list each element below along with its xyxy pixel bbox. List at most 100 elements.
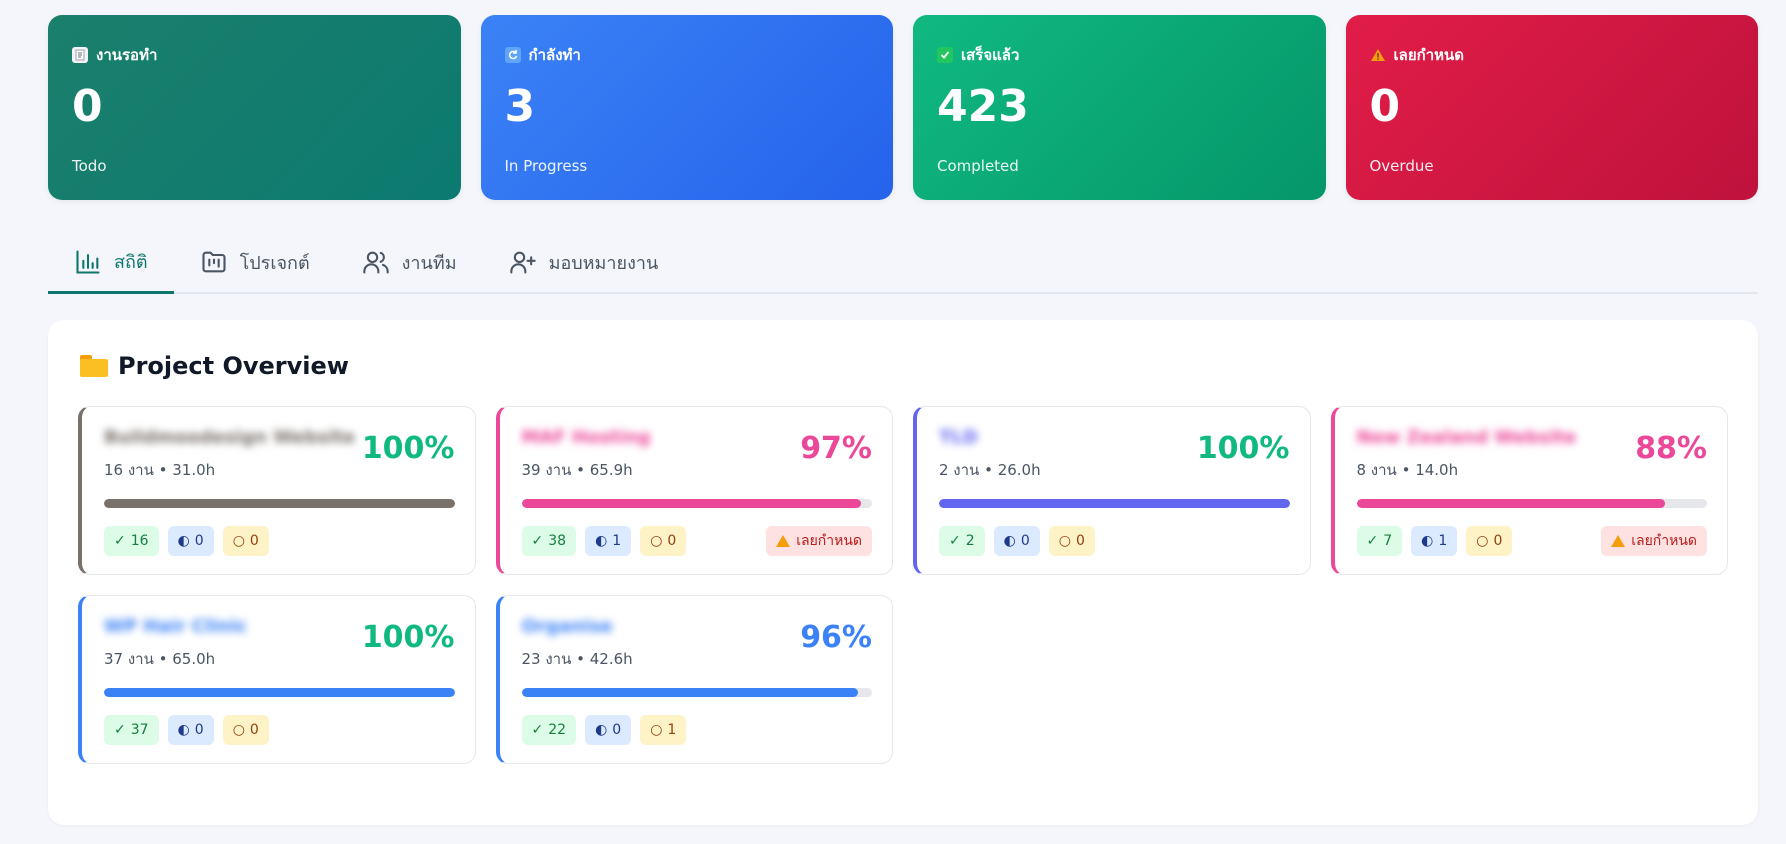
half-circle-icon: ◐	[595, 722, 608, 738]
progress-fill	[521, 499, 862, 508]
todo-count-chip: ○ 0	[222, 526, 269, 556]
project-card[interactable]: Buildmoodesign Website 16 งาน • 31.0h 10…	[78, 406, 476, 575]
half-circle-icon: ◐	[1421, 533, 1434, 549]
stat-title-row: เลยกำหนด	[1370, 43, 1735, 67]
project-card[interactable]: Organise 23 งาน • 42.6h 96% ✓ 22 ◐ 0 ○ 1	[495, 595, 893, 764]
half-circle-icon: ◐	[177, 722, 190, 738]
progress-fill	[939, 499, 1290, 508]
stat-card-completed: เสร็จแล้ว 423 Completed	[913, 15, 1326, 200]
check-icon: ✓	[531, 533, 544, 549]
project-name: Organise	[521, 616, 613, 637]
todo-count: 1	[667, 722, 677, 738]
tab-team-tasks[interactable]: งานทีม	[336, 232, 483, 292]
todo-count: 0	[249, 533, 259, 549]
in-progress-count-chip: ◐ 0	[993, 526, 1040, 556]
tab-stats[interactable]: สถิติ	[48, 232, 174, 294]
done-count-chip: ✓ 2	[939, 526, 985, 556]
status-chips: ✓ 37 ◐ 0 ○ 0	[104, 715, 269, 745]
project-percent: 100%	[361, 431, 455, 466]
stat-value: 3	[504, 81, 536, 132]
stat-title: เสร็จแล้ว	[961, 46, 1020, 64]
todo-count-chip: ○ 0	[640, 526, 687, 556]
project-name: WP Hair Clinic	[104, 616, 248, 637]
tab-bar: สถิติ โปรเจกต์ งานทีม มอบหมายงาน	[48, 232, 1758, 294]
progress-bar	[521, 499, 872, 508]
stat-value: 0	[72, 81, 103, 132]
project-card[interactable]: WP Hair Clinic 37 งาน • 65.0h 100% ✓ 37 ◐…	[78, 595, 476, 764]
stat-card-in-progress: กำลังทำ 3 In Progress	[480, 15, 893, 200]
in-progress-count-chip: ◐ 0	[585, 715, 632, 745]
in-progress-count: 0	[612, 722, 622, 738]
todo-count: 0	[667, 533, 677, 549]
tab-label: งานทีม	[401, 252, 457, 274]
overdue-label: เลยกำหนด	[796, 533, 862, 549]
check-icon: ✓	[531, 722, 544, 738]
warning-icon	[1370, 47, 1386, 63]
half-circle-icon: ◐	[177, 533, 190, 549]
todo-count-chip: ○ 1	[640, 715, 687, 745]
in-progress-count: 1	[1438, 533, 1448, 549]
stat-value: 0	[1369, 81, 1401, 132]
project-card[interactable]: TLD 2 งาน • 26.0h 100% ✓ 2 ◐ 0 ○ 0	[913, 406, 1311, 575]
project-percent: 100%	[361, 620, 455, 655]
project-overview-panel: Project Overview Buildmoodesign Website …	[48, 320, 1758, 825]
progress-bar	[939, 499, 1290, 508]
done-count-chip: ✓ 16	[104, 526, 159, 556]
bar-chart-icon	[76, 249, 100, 274]
stat-title-row: กำลังทำ	[504, 43, 870, 67]
tab-projects[interactable]: โปรเจกต์	[174, 232, 336, 292]
done-count: 38	[548, 533, 567, 549]
progress-fill	[521, 688, 858, 697]
memo-icon	[72, 47, 88, 63]
check-icon: ✓	[114, 533, 126, 549]
progress-bar	[104, 499, 455, 508]
user-plus-icon	[509, 251, 536, 274]
project-name: MAF Hosting	[521, 427, 651, 448]
project-card[interactable]: New Zealand Website 8 งาน • 14.0h 88% ✓ 7…	[1330, 406, 1728, 575]
project-percent: 96%	[800, 620, 872, 655]
progress-bar	[1356, 499, 1707, 508]
overdue-badge: เลยกำหนด	[766, 526, 872, 556]
half-circle-icon: ◐	[595, 533, 608, 549]
folder-kanban-icon	[202, 251, 226, 273]
progress-bar	[521, 688, 872, 697]
stat-subtitle: In Progress	[504, 157, 588, 175]
stat-card-overdue: เลยกำหนด 0 Overdue	[1345, 15, 1758, 200]
circle-icon: ○	[650, 533, 663, 549]
project-grid: Buildmoodesign Website 16 งาน • 31.0h 10…	[78, 406, 1728, 764]
done-count: 2	[965, 533, 975, 549]
in-progress-count-chip: ◐ 1	[585, 526, 632, 556]
project-name: New Zealand Website	[1356, 427, 1577, 448]
progress-bar	[104, 688, 455, 697]
stat-subtitle: Todo	[72, 157, 107, 175]
panel-title: Project Overview	[118, 352, 349, 380]
done-count-chip: ✓ 22	[521, 715, 577, 745]
users-icon	[362, 251, 389, 274]
done-count: 16	[130, 533, 149, 549]
status-chips: ✓ 7 ◐ 1 ○ 0	[1356, 526, 1513, 556]
tab-assign[interactable]: มอบหมายงาน	[483, 232, 685, 292]
done-count: 22	[548, 722, 567, 738]
done-count-chip: ✓ 7	[1356, 526, 1403, 556]
todo-count-chip: ○ 0	[1048, 526, 1095, 556]
status-chips: ✓ 2 ◐ 0 ○ 0	[939, 526, 1095, 556]
done-count: 37	[130, 722, 149, 738]
project-name: TLD	[939, 427, 978, 448]
circle-icon: ○	[650, 722, 663, 738]
todo-count-chip: ○ 0	[1466, 526, 1513, 556]
project-card[interactable]: MAF Hosting 39 งาน • 65.9h 97% ✓ 38 ◐ 1 ○ 0…	[495, 406, 893, 575]
project-percent: 97%	[800, 431, 872, 466]
circle-icon: ○	[1476, 533, 1489, 549]
folder-icon	[80, 355, 108, 377]
stats-row: งานรอทำ 0 Todo กำลังทำ 3 In Progress เสร…	[48, 15, 1758, 200]
check-icon: ✓	[1366, 533, 1379, 549]
done-count-chip: ✓ 37	[104, 715, 159, 745]
todo-count: 0	[1076, 533, 1085, 549]
overdue-badge: เลยกำหนด	[1601, 526, 1707, 556]
check-icon: ✓	[949, 533, 961, 549]
refresh-icon	[504, 47, 521, 63]
progress-fill	[104, 688, 455, 697]
circle-icon: ○	[232, 533, 245, 549]
progress-fill	[104, 499, 455, 508]
stat-subtitle: Overdue	[1369, 157, 1434, 175]
